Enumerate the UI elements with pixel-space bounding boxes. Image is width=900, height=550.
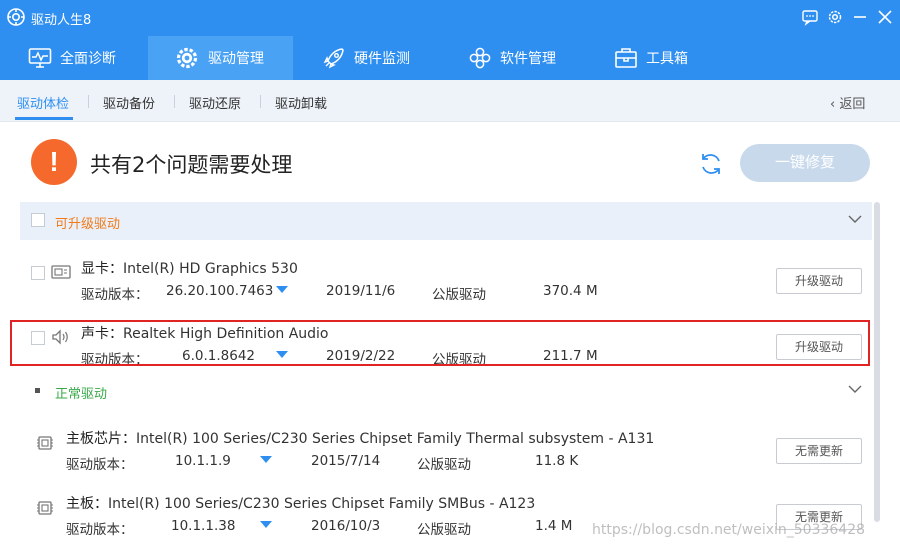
main-nav: 全面诊断 驱动管理 硬件监测 软件管理 工具箱 <box>0 36 900 80</box>
motherboard-chip-icon <box>37 436 53 450</box>
app-logo-icon <box>7 8 25 26</box>
device-name: Intel(R) 100 Series/C230 Series Chipset … <box>108 496 536 512</box>
chevron-down-icon[interactable] <box>848 384 862 394</box>
active-tab-indicator <box>15 117 73 120</box>
version-dropdown-icon[interactable] <box>276 286 288 293</box>
refresh-icon[interactable] <box>697 150 725 178</box>
toolbox-icon <box>615 48 637 68</box>
version-label: 驱动版本： <box>66 457 134 473</box>
nav-label: 工具箱 <box>646 51 688 67</box>
driver-date: 2015/7/14 <box>311 453 381 469</box>
section-header-upgradable[interactable]: 可升级驱动 <box>20 202 872 240</box>
one-click-fix-button[interactable]: 一键修复 <box>740 144 870 182</box>
back-label: 返回 <box>839 97 866 112</box>
device-type: 主板： <box>66 496 108 512</box>
device-name: Intel(R) 100 Series/C230 Series Chipset … <box>136 431 655 447</box>
section-header-normal[interactable]: 正常驱动 <box>20 372 872 410</box>
version-label: 驱动版本： <box>81 287 149 303</box>
section-title: 可升级驱动 <box>55 217 121 232</box>
minimize-icon[interactable] <box>851 8 869 26</box>
driver-kind: 公版驱动 <box>417 522 471 538</box>
version-value: 10.1.1.38 <box>171 518 236 534</box>
nav-hardware-monitor[interactable]: 硬件监测 <box>322 36 442 80</box>
driver-size: 11.8 K <box>535 453 579 469</box>
nav-driver-management[interactable]: 驱动管理 <box>148 36 293 80</box>
subtab-driver-backup[interactable]: 驱动备份 <box>103 93 155 112</box>
nav-label: 驱动管理 <box>208 51 264 67</box>
driver-date: 2019/11/6 <box>326 283 396 299</box>
device-name: Intel(R) HD Graphics 530 <box>123 261 298 277</box>
back-button[interactable]: ‹ 返回 <box>830 93 865 112</box>
version-dropdown-icon[interactable] <box>260 456 272 463</box>
subtab-driver-restore[interactable]: 驱动还原 <box>189 93 241 112</box>
nav-label: 硬件监测 <box>354 51 410 67</box>
subtab-driver-check[interactable]: 驱动体检 <box>17 93 69 112</box>
scrollbar[interactable] <box>874 202 880 522</box>
section-title: 正常驱动 <box>55 387 108 402</box>
chevron-left-icon: ‹ <box>830 97 840 112</box>
section-bullet <box>35 388 40 393</box>
version-label: 驱动版本： <box>66 522 134 538</box>
nav-toolbox[interactable]: 工具箱 <box>614 36 724 80</box>
close-icon[interactable] <box>876 8 894 26</box>
driver-row-chipset: 主板芯片：Intel(R) 100 Series/C230 Series Chi… <box>20 423 872 485</box>
highlight-annotation <box>10 320 870 366</box>
nav-label: 软件管理 <box>500 51 556 67</box>
driver-kind: 公版驱动 <box>417 457 471 473</box>
title-bar: 驱动人生8 <box>0 0 900 36</box>
subtab-driver-uninstall[interactable]: 驱动卸载 <box>275 93 327 112</box>
settings-gear-icon[interactable] <box>826 8 844 26</box>
feedback-icon[interactable] <box>801 8 819 26</box>
divider <box>260 95 261 108</box>
sub-nav: 驱动体检 驱动备份 驱动还原 驱动卸载 ‹ 返回 <box>0 80 900 122</box>
nav-label: 全面诊断 <box>60 51 116 67</box>
flower-apps-icon <box>469 47 491 69</box>
graphics-card-icon <box>51 265 71 279</box>
driver-size: 1.4 M <box>535 518 573 534</box>
app-title: 驱动人生8 <box>31 13 92 28</box>
device-type: 主板芯片： <box>66 431 136 447</box>
version-value: 26.20.100.7463 <box>166 283 274 299</box>
row-checkbox[interactable] <box>31 266 45 280</box>
driver-kind: 公版驱动 <box>432 287 486 303</box>
device-type: 显卡： <box>81 261 123 277</box>
motherboard-chip-icon <box>37 501 53 515</box>
divider <box>174 95 175 108</box>
upgrade-driver-button[interactable]: 升级驱动 <box>776 268 862 294</box>
page-title: 共有2个问题需要处理 <box>90 153 293 177</box>
driver-size: 370.4 M <box>543 283 598 299</box>
no-update-needed-button[interactable]: 无需更新 <box>776 438 862 464</box>
driver-name: 显卡：Intel(R) HD Graphics 530 <box>81 258 298 278</box>
driver-name: 主板：Intel(R) 100 Series/C230 Series Chips… <box>66 493 535 513</box>
gear-icon <box>176 47 198 69</box>
version-dropdown-icon[interactable] <box>260 521 272 528</box>
divider <box>88 95 89 108</box>
driver-name: 主板芯片：Intel(R) 100 Series/C230 Series Chi… <box>66 428 654 448</box>
chevron-down-icon[interactable] <box>848 214 862 224</box>
driver-row-graphics: 显卡：Intel(R) HD Graphics 530 驱动版本： 26.20.… <box>20 253 872 315</box>
nav-software-management[interactable]: 软件管理 <box>468 36 588 80</box>
rocket-icon <box>323 48 344 69</box>
alert-icon: ! <box>31 139 77 185</box>
driver-date: 2016/10/3 <box>311 518 381 534</box>
version-value: 10.1.1.9 <box>175 453 231 469</box>
watermark: https://blog.csdn.net/weixin_50336428 <box>592 522 866 538</box>
select-all-checkbox[interactable] <box>31 213 45 227</box>
monitor-icon <box>28 48 52 68</box>
nav-full-diagnosis[interactable]: 全面诊断 <box>28 36 143 80</box>
driver-row-smbus: 主板：Intel(R) 100 Series/C230 Series Chips… <box>20 488 872 550</box>
